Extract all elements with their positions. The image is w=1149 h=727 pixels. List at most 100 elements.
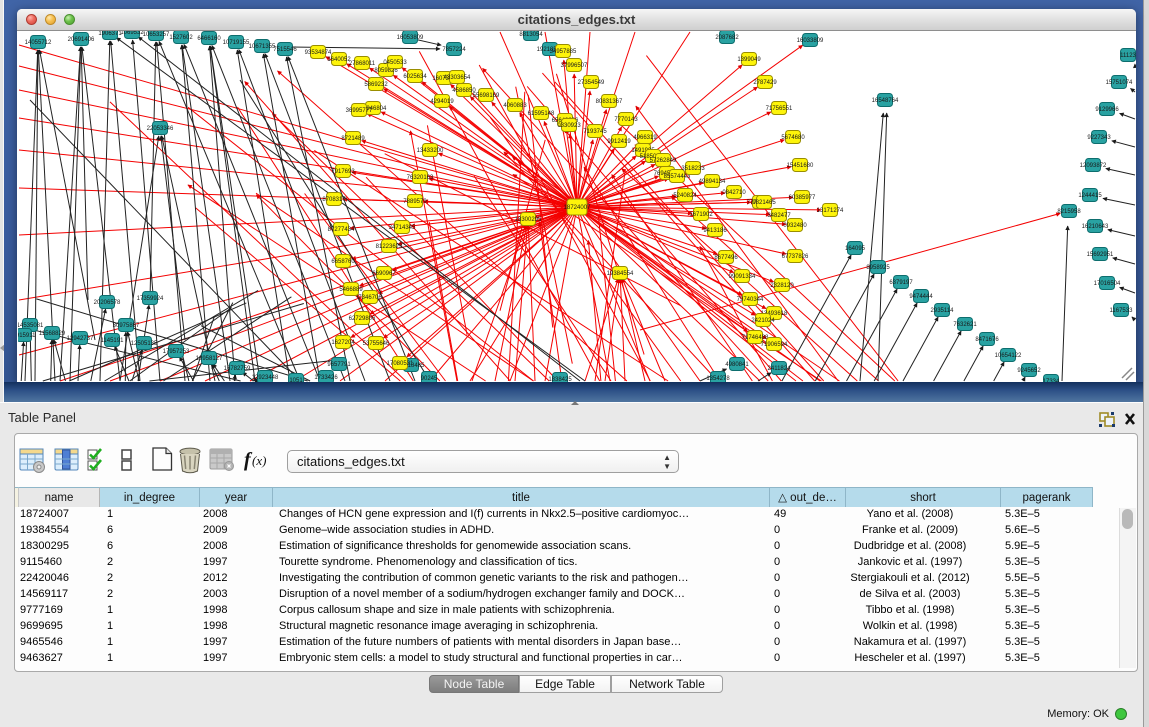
svg-text:17359924: 17359924: [137, 296, 164, 302]
svg-text:4060883: 4060883: [503, 103, 527, 109]
svg-text:3482477: 3482477: [767, 213, 791, 219]
svg-text:87277434: 87277434: [328, 227, 355, 233]
svg-text:17080531: 17080531: [387, 361, 414, 367]
svg-text:7346706: 7346706: [358, 295, 382, 301]
svg-text:12093872: 12093872: [1080, 163, 1107, 169]
svg-text:5869232: 5869232: [364, 82, 388, 88]
svg-text:10958127: 10958127: [196, 356, 223, 362]
svg-text:2787429: 2787429: [753, 80, 777, 86]
svg-text:60385977: 60385977: [789, 195, 816, 201]
svg-text:0450533: 0450533: [383, 60, 407, 66]
svg-text:62729806: 62729806: [349, 316, 376, 322]
svg-text:61595148: 61595148: [528, 111, 555, 117]
svg-text:7917693: 7917693: [331, 169, 355, 175]
svg-text:76320163: 76320163: [407, 175, 434, 181]
svg-text:9474444: 9474444: [909, 294, 933, 300]
svg-text:34714345: 34714345: [389, 225, 416, 231]
svg-text:(x): (x): [252, 453, 266, 468]
svg-text:79740344: 79740344: [737, 297, 764, 303]
svg-text:7889579: 7889579: [403, 199, 427, 205]
svg-text:7193745: 7193745: [583, 129, 607, 135]
svg-text:9657791: 9657791: [327, 362, 351, 368]
svg-text:15692951: 15692951: [1087, 252, 1114, 258]
svg-text:9821465: 9821465: [752, 200, 776, 206]
svg-text:27354549: 27354549: [578, 80, 605, 86]
svg-text:2328120: 2328120: [770, 283, 794, 289]
svg-text:12505135: 12505135: [131, 341, 158, 347]
svg-text:16033809: 16033809: [797, 38, 824, 44]
svg-text:5240824: 5240824: [673, 193, 697, 199]
svg-text:6379197: 6379197: [889, 280, 913, 286]
svg-text:1906371: 1906371: [98, 31, 122, 37]
svg-text:19384554: 19384554: [607, 271, 634, 277]
svg-text:16053809: 16053809: [397, 35, 424, 41]
svg-text:1399049: 1399049: [737, 57, 761, 63]
svg-text:11568829: 11568829: [39, 331, 66, 337]
svg-text:7857224: 7857224: [442, 47, 466, 53]
svg-text:6025634: 6025634: [403, 74, 427, 80]
svg-text:8677496: 8677496: [714, 255, 738, 261]
svg-text:8958925: 8958925: [866, 265, 890, 271]
svg-text:85574443: 85574443: [664, 174, 691, 180]
svg-text:34957885: 34957885: [550, 49, 577, 55]
svg-text:80831367: 80831367: [596, 99, 623, 105]
svg-text:1627204: 1627204: [331, 340, 355, 346]
svg-text:10719155: 10719155: [223, 40, 250, 46]
svg-text:1244415: 1244415: [1078, 193, 1102, 199]
svg-text:9227343: 9227343: [1087, 135, 1111, 141]
svg-text:43303654: 43303654: [444, 75, 471, 81]
svg-text:0932480: 0932480: [783, 223, 807, 229]
svg-text:8708317: 8708317: [322, 197, 346, 203]
svg-text:1733426: 1733426: [314, 375, 338, 381]
svg-text:2421024: 2421024: [751, 318, 775, 324]
svg-text:0842710: 0842710: [722, 190, 746, 196]
svg-text:5674680: 5674680: [781, 135, 805, 141]
svg-text:71756551: 71756551: [766, 106, 793, 112]
svg-text:53755646: 53755646: [363, 341, 390, 347]
svg-text:10654122: 10654122: [995, 353, 1022, 359]
svg-text:36995777: 36995777: [346, 108, 373, 114]
svg-text:11123: 11123: [1120, 53, 1136, 59]
svg-text:8059826: 8059826: [374, 68, 398, 74]
svg-text:7515546: 7515546: [273, 47, 297, 53]
svg-text:13171274: 13171274: [817, 208, 844, 214]
svg-text:6658760: 6658760: [331, 259, 355, 265]
svg-text:9413186: 9413186: [703, 228, 727, 234]
svg-text:18724007: 18724007: [564, 205, 591, 211]
svg-text:16782759: 16782759: [224, 366, 251, 372]
svg-text:16210643: 16210643: [1082, 224, 1109, 230]
svg-text:18300295: 18300295: [515, 217, 542, 223]
svg-text:37996507: 37996507: [561, 63, 588, 69]
svg-text:20206578: 20206578: [94, 300, 121, 306]
svg-text:1671902: 1671902: [689, 212, 713, 218]
svg-text:8813054: 8813054: [519, 32, 543, 38]
svg-text:27868011: 27868011: [349, 61, 376, 67]
svg-text:17957253: 17957253: [163, 349, 190, 355]
svg-text:55698169: 55698169: [473, 93, 500, 99]
svg-text:1145191: 1145191: [101, 338, 125, 344]
svg-text:4966319: 4966319: [633, 135, 657, 141]
svg-text:3915911: 3915911: [18, 333, 36, 339]
svg-text:99091334: 99091334: [729, 274, 756, 280]
svg-text:2935114: 2935114: [931, 308, 955, 314]
svg-text:7632621: 7632621: [953, 322, 977, 328]
svg-text:3518233: 3518233: [681, 166, 705, 172]
svg-text:0330923: 0330923: [557, 123, 581, 129]
svg-text:71906594: 71906594: [761, 342, 788, 348]
svg-text:14055712: 14055712: [25, 40, 52, 46]
svg-text:10671355: 10671355: [249, 44, 276, 50]
svg-text:9129966: 9129966: [1095, 107, 1119, 113]
svg-text:5466889: 5466889: [339, 287, 363, 293]
svg-text:164095: 164095: [845, 246, 866, 252]
svg-text:12942737: 12942737: [67, 336, 94, 342]
svg-text:57262849: 57262849: [650, 158, 677, 164]
svg-text:49894134: 49894134: [699, 179, 726, 185]
svg-text:20691406: 20691406: [68, 37, 95, 43]
svg-text:16548764: 16548764: [872, 98, 899, 104]
svg-text:1527602: 1527602: [169, 35, 193, 41]
svg-text:17016504: 17016504: [1094, 281, 1121, 287]
svg-text:12923448: 12923448: [252, 375, 279, 381]
svg-text:6690967: 6690967: [372, 271, 396, 277]
svg-text:30975867: 30975867: [113, 323, 140, 329]
svg-text:8215958: 8215958: [1057, 209, 1081, 215]
